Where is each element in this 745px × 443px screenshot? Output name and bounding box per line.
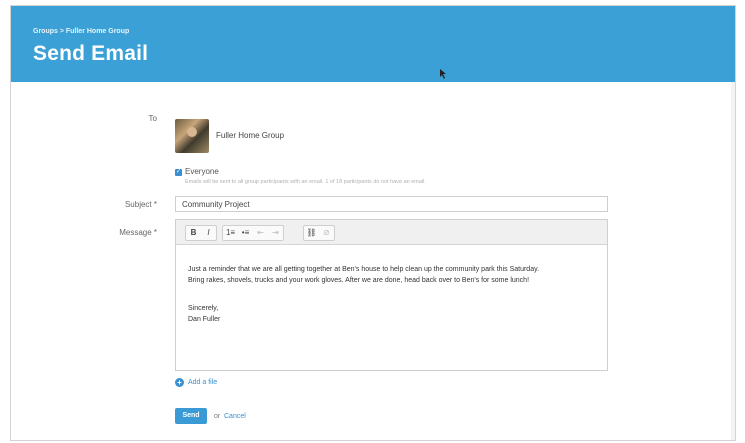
message-line: Bring rakes, shovels, trucks and your wo… <box>188 277 530 284</box>
indent-button[interactable]: ⇥ <box>268 226 283 240</box>
add-file-link[interactable]: + Add a file <box>175 378 217 387</box>
page-header: Groups > Fuller Home Group Send Email <box>11 6 735 82</box>
group-name: Fuller Home Group <box>216 131 285 140</box>
bulleted-list-button[interactable]: •≡ <box>238 226 253 240</box>
subject-input[interactable]: Community Project <box>175 196 608 212</box>
add-icon: + <box>175 378 184 387</box>
group-avatar <box>175 119 209 153</box>
outdent-button[interactable]: ⇤ <box>253 226 268 240</box>
message-editor[interactable]: B I 1≡ •≡ ⇤ ⇥ ⛓ ⊘ Just a reminder that w… <box>175 219 608 371</box>
editor-toolbar: B I 1≡ •≡ ⇤ ⇥ ⛓ ⊘ <box>176 220 607 245</box>
page-title: Send Email <box>33 42 149 65</box>
everyone-label[interactable]: Everyone <box>185 167 219 176</box>
everyone-checkbox[interactable]: ✓ <box>175 169 182 176</box>
message-line: Dan Fuller <box>188 316 221 323</box>
italic-button[interactable]: I <box>201 226 216 240</box>
send-button[interactable]: Send <box>175 408 207 424</box>
message-body[interactable]: Just a reminder that we are all getting … <box>188 264 539 325</box>
scrollbar[interactable] <box>731 82 735 440</box>
list-group: 1≡ •≡ ⇤ ⇥ <box>222 225 284 241</box>
unlink-button[interactable]: ⊘ <box>319 226 334 240</box>
everyone-note: Emails will be sent to all group partici… <box>185 179 426 185</box>
message-line: Sincerely, <box>188 305 219 312</box>
message-label: Message * <box>119 228 157 237</box>
mouse-cursor-icon <box>440 69 446 79</box>
add-file-label: Add a file <box>188 379 218 386</box>
app-window: Groups > Fuller Home Group Send Email To… <box>10 5 736 441</box>
message-line: Just a reminder that we are all getting … <box>188 266 540 273</box>
numbered-list-button[interactable]: 1≡ <box>223 226 238 240</box>
format-group: B I <box>185 225 217 241</box>
link-group: ⛓ ⊘ <box>303 225 335 241</box>
link-button[interactable]: ⛓ <box>304 226 319 240</box>
message-line <box>188 286 539 297</box>
breadcrumb[interactable]: Groups > Fuller Home Group <box>33 28 129 35</box>
to-label: To <box>148 114 157 123</box>
bold-button[interactable]: B <box>186 226 201 240</box>
cancel-link[interactable]: Cancel <box>224 413 246 420</box>
subject-label: Subject * <box>124 200 157 209</box>
or-text: or <box>214 413 221 420</box>
